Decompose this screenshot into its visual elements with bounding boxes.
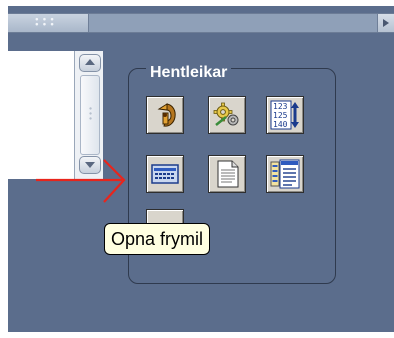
scroll-right-arrow-icon[interactable] [377, 14, 394, 32]
panel-title: Hentleikar [146, 64, 232, 82]
run-macro-icon [157, 103, 176, 127]
settings-gear-icon [213, 102, 239, 126]
svg-text:140: 140 [273, 120, 288, 129]
open-form-button[interactable] [146, 155, 184, 193]
annotation-arrow-icon [36, 159, 126, 203]
svg-text:125: 125 [273, 111, 288, 120]
tooltip: Opna frymil [104, 223, 211, 255]
grip-icon: ∙ ∙ ∙ [88, 104, 94, 123]
workspace-area: ∙∙∙ ∙∙∙ ∙ ∙ ∙ Hentleikar 123 125 140 Opn… [8, 6, 394, 332]
run-macro-button[interactable] [146, 96, 184, 134]
new-document-button[interactable] [208, 155, 246, 193]
sort-numbers-icon: 123 125 140 [270, 100, 299, 130]
grip-icon: ∙∙∙ ∙∙∙ [34, 15, 57, 30]
form-icon [151, 164, 179, 184]
scroll-up-arrow-icon[interactable] [79, 54, 101, 72]
settings-tool-button[interactable] [208, 96, 246, 134]
svg-text:123: 123 [273, 102, 288, 111]
sort-numbers-button[interactable]: 123 125 140 [266, 96, 304, 134]
list-view-icon [270, 159, 300, 189]
horizontal-scrollbar[interactable]: ∙∙∙ ∙∙∙ [8, 13, 394, 33]
scroll-thumb[interactable]: ∙∙∙ ∙∙∙ [8, 14, 89, 32]
document-icon [217, 160, 239, 188]
vertical-scroll-thumb[interactable]: ∙ ∙ ∙ [80, 75, 100, 155]
list-view-button[interactable] [266, 155, 304, 193]
